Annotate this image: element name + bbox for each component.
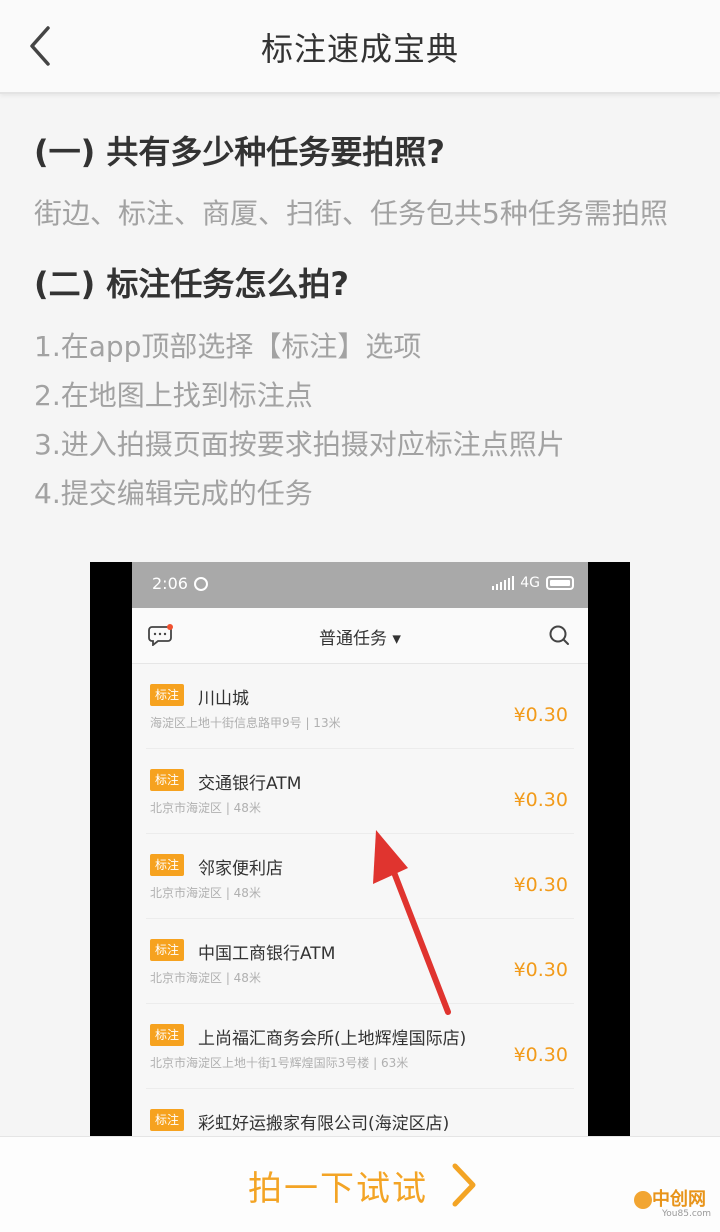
task-type-dropdown[interactable]: 普通任务 ▾ <box>132 624 588 649</box>
signal-icon <box>492 576 515 590</box>
task-price: ¥0.30 <box>513 1044 568 1066</box>
task-tag: 标注 <box>150 854 185 876</box>
search-icon[interactable] <box>548 624 570 646</box>
app-bar: 普通任务 ▾ <box>132 608 588 664</box>
logo-icon <box>634 1191 652 1209</box>
article-body: (一) 共有多少种任务要拍照? 街边、标注、商厦、扫街、任务包共5种任务需拍照 … <box>34 124 694 518</box>
page-title: 标注速成宝典 <box>260 30 459 68</box>
task-tag: 标注 <box>150 769 185 791</box>
task-name: 邻家便利店 <box>198 859 283 879</box>
step-item: 4.提交编辑完成的任务 <box>34 477 313 510</box>
task-name: 彩虹好运搬家有限公司(海淀区店) <box>198 1114 450 1134</box>
task-address: 北京市海淀区上地十街1号辉煌国际3号楼 | 63米 <box>150 1056 409 1070</box>
example-screenshot: 2:06 4G 普通任务 ▾ 标注 川山城 海淀区上地十街信息路甲9号 | 13… <box>90 562 630 1136</box>
task-row[interactable]: 标注 川山城 海淀区上地十街信息路甲9号 | 13米 ¥0.30 <box>146 664 574 749</box>
task-name: 上尚福汇商务会所(上地辉煌国际店) <box>198 1029 467 1049</box>
header-bar: 标注速成宝典 <box>0 0 720 94</box>
try-it-button[interactable]: 拍一下试试 <box>248 1159 478 1211</box>
task-tag: 标注 <box>150 1024 185 1046</box>
chevron-right-icon <box>452 1163 476 1207</box>
status-right: 4G <box>492 575 574 591</box>
step-list: 1.在app顶部选择【标注】选项 2.在地图上找到标注点 3.进入拍摄页面按要求… <box>34 322 694 518</box>
network-label: 4G <box>520 575 540 591</box>
task-address: 海淀区上地十街信息路甲9号 | 13米 <box>150 716 341 730</box>
watermark-subtext: You85.com <box>662 1209 712 1219</box>
task-address: 北京市海淀区 | 48米 <box>150 801 261 815</box>
task-row[interactable]: 标注 彩虹好运搬家有限公司(海淀区店) <box>146 1089 574 1136</box>
site-watermark: 中创网 You85.com <box>634 1185 712 1229</box>
task-name: 中国工商银行ATM <box>198 944 336 964</box>
bottom-bar: 拍一下试试 中创网 You85.com <box>0 1136 720 1232</box>
task-price: ¥0.30 <box>513 704 568 726</box>
task-row[interactable]: 标注 邻家便利店 北京市海淀区 | 48米 ¥0.30 <box>146 834 574 919</box>
phone-screen: 2:06 4G 普通任务 ▾ 标注 川山城 海淀区上地十街信息路甲9号 | 13… <box>132 562 588 1136</box>
task-row[interactable]: 标注 交通银行ATM 北京市海淀区 | 48米 ¥0.30 <box>146 749 574 834</box>
task-price: ¥0.30 <box>513 959 568 981</box>
task-list: 标注 川山城 海淀区上地十街信息路甲9号 | 13米 ¥0.30 标注 交通银行… <box>132 664 588 1136</box>
question-1-answer: 街边、标注、商厦、扫街、任务包共5种任务需拍照 <box>34 197 668 230</box>
question-2-heading: (二) 标注任务怎么拍? <box>34 265 349 303</box>
step-item: 3.进入拍摄页面按要求拍摄对应标注点照片 <box>34 428 565 461</box>
sync-icon <box>194 577 208 591</box>
task-tag: 标注 <box>150 939 185 961</box>
watermark-text: 中创网 <box>652 1189 706 1210</box>
step-item: 2.在地图上找到标注点 <box>34 379 313 412</box>
task-address: 北京市海淀区 | 48米 <box>150 971 261 985</box>
task-row[interactable]: 标注 上尚福汇商务会所(上地辉煌国际店) 北京市海淀区上地十街1号辉煌国际3号楼… <box>146 1004 574 1089</box>
task-name: 交通银行ATM <box>198 774 302 794</box>
step-item: 1.在app顶部选择【标注】选项 <box>34 330 422 363</box>
task-name: 川山城 <box>198 689 249 709</box>
task-tag: 标注 <box>150 1109 185 1131</box>
task-tag: 标注 <box>150 684 185 706</box>
question-1-heading: (一) 共有多少种任务要拍照? <box>34 133 445 171</box>
task-price: ¥0.30 <box>513 789 568 811</box>
try-it-label: 拍一下试试 <box>248 1168 428 1209</box>
task-price: ¥0.30 <box>513 874 568 896</box>
status-bar: 2:06 4G <box>132 562 588 608</box>
task-row[interactable]: 标注 中国工商银行ATM 北京市海淀区 | 48米 ¥0.30 <box>146 919 574 1004</box>
battery-icon <box>546 576 574 590</box>
task-address: 北京市海淀区 | 48米 <box>150 886 261 900</box>
status-time: 2:06 <box>152 574 188 593</box>
